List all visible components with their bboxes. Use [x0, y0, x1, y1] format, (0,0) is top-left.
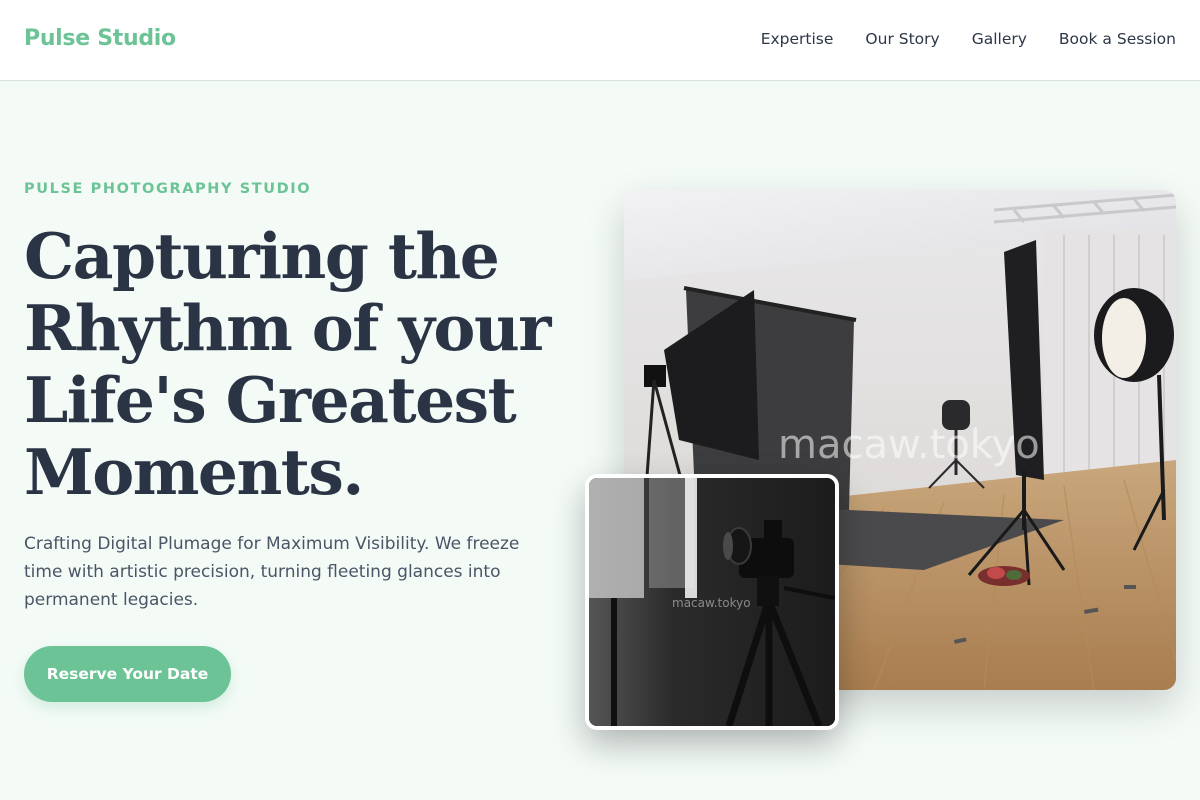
nav-link-expertise[interactable]: Expertise	[761, 30, 834, 48]
site-header: Pulse Studio Expertise Our Story Gallery…	[0, 0, 1200, 81]
hero-subtext: Crafting Digital Plumage for Maximum Vis…	[24, 534, 520, 610]
main-nav: Expertise Our Story Gallery Book a Sessi…	[761, 30, 1176, 48]
site-logo[interactable]: Pulse Studio	[24, 26, 176, 51]
reserve-date-button[interactable]: Reserve Your Date	[24, 646, 231, 702]
nav-link-book-session[interactable]: Book a Session	[1059, 30, 1176, 48]
camera-on-tripod-photo: macaw.tokyo	[585, 474, 839, 730]
main-photo-watermark: macaw.tokyo	[778, 422, 1040, 468]
nav-link-our-story[interactable]: Our Story	[865, 30, 939, 48]
nav-link-gallery[interactable]: Gallery	[972, 30, 1027, 48]
small-photo-watermark: macaw.tokyo	[672, 596, 751, 610]
hero-headline: Capturing the Rhythm of your Life's Grea…	[24, 219, 551, 509]
hero-eyebrow: PULSE PHOTOGRAPHY STUDIO	[24, 181, 312, 197]
